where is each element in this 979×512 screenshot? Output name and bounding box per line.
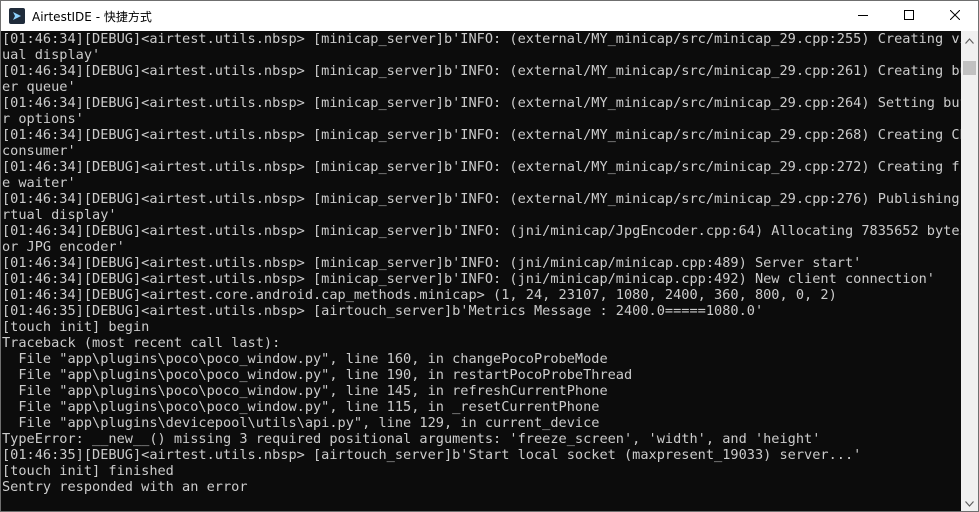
title-bar[interactable]: AirtestIDE - 快捷方式	[1, 1, 978, 31]
scroll-thumb[interactable]	[963, 61, 976, 75]
close-button[interactable]	[932, 1, 978, 31]
scroll-down-arrow-icon	[965, 494, 974, 512]
console-line: [01:46:34][DEBUG]<airtest.utils.nbsp> [m…	[2, 31, 962, 47]
console-line: [01:46:35][DEBUG]<airtest.utils.nbsp> [a…	[2, 447, 862, 463]
console-line: [01:46:34][DEBUG]<airtest.utils.nbsp> [m…	[2, 271, 935, 287]
console-line: [01:46:34][DEBUG]<airtest.utils.nbsp> [m…	[2, 223, 962, 239]
airtest-app-icon	[9, 8, 25, 24]
console-line: [01:46:34][DEBUG]<airtest.utils.nbsp> [m…	[2, 63, 962, 79]
console-line: Traceback (most recent call last):	[2, 335, 281, 351]
console-line: ual display'	[2, 47, 101, 63]
console-line: e waiter'	[2, 175, 76, 191]
console-line: er queue'	[2, 79, 76, 95]
console-line: File "app\plugins\devicepool\utils\api.p…	[2, 415, 600, 431]
window-title: AirtestIDE - 快捷方式	[32, 9, 152, 24]
console-line: File "app\plugins\poco\poco_window.py", …	[2, 351, 608, 367]
close-icon	[949, 7, 961, 25]
console-output[interactable]: [01:46:34][DEBUG]<airtest.utils.nbsp> [m…	[1, 31, 962, 511]
minimize-button[interactable]	[840, 1, 886, 31]
scroll-up-button[interactable]	[961, 31, 978, 48]
console-line: Sentry responded with an error	[2, 479, 248, 495]
maximize-icon	[904, 7, 914, 25]
console-line: [touch init] begin	[2, 319, 150, 335]
console-line: File "app\plugins\poco\poco_window.py", …	[2, 367, 633, 383]
minimize-icon	[858, 7, 868, 25]
scroll-down-button[interactable]	[961, 494, 978, 511]
console-line: r options'	[2, 111, 84, 127]
console-line: [01:46:35][DEBUG]<airtest.utils.nbsp> [a…	[2, 303, 764, 319]
console-line: consumer'	[2, 143, 76, 159]
console-window: AirtestIDE - 快捷方式 [01:46:34][DEBUG]<airt…	[0, 0, 979, 512]
console-line: or JPG encoder'	[2, 239, 125, 255]
vertical-scrollbar[interactable]	[961, 31, 978, 511]
console-line: rtual display'	[2, 207, 117, 223]
scroll-up-arrow-icon	[965, 31, 974, 49]
console-line: [01:46:34][DEBUG]<airtest.utils.nbsp> [m…	[2, 95, 962, 111]
console-line: File "app\plugins\poco\poco_window.py", …	[2, 399, 600, 415]
console-line: [01:46:34][DEBUG]<airtest.core.android.c…	[2, 287, 837, 303]
console-line: [touch init] finished	[2, 463, 174, 479]
window-controls	[840, 1, 978, 31]
console-line: File "app\plugins\poco\poco_window.py", …	[2, 383, 608, 399]
console-line: [01:46:34][DEBUG]<airtest.utils.nbsp> [m…	[2, 127, 962, 143]
maximize-button[interactable]	[886, 1, 932, 31]
console-line: [01:46:34][DEBUG]<airtest.utils.nbsp> [m…	[2, 191, 962, 207]
console-line: [01:46:34][DEBUG]<airtest.utils.nbsp> [m…	[2, 159, 962, 175]
console-line: [01:46:34][DEBUG]<airtest.utils.nbsp> [m…	[2, 255, 862, 271]
console-line: TypeError: __new__() missing 3 required …	[2, 431, 821, 447]
